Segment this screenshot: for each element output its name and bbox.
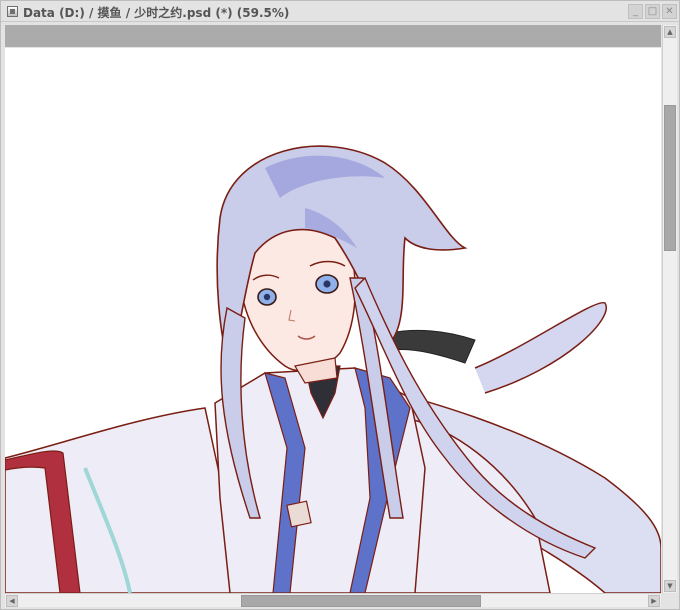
size-grip[interactable] [662,593,677,607]
horizontal-scrollbar[interactable]: ◀ ▶ [5,593,661,607]
maximize-button[interactable]: □ [645,4,660,19]
minimize-button[interactable]: _ [628,4,643,19]
top-ruler [5,25,661,47]
vertical-scroll-thumb[interactable] [664,105,676,251]
document-window: Data (D:) / 摸鱼 / 少时之约.psd (*) (59.5%) _ … [0,0,680,610]
scroll-right-button[interactable]: ▶ [648,595,660,607]
hair-strand-tail [474,302,607,394]
sleeve-left [5,407,246,593]
title-bar[interactable]: Data (D:) / 摸鱼 / 少时之约.psd (*) (59.5%) _ … [1,1,679,22]
window-title: Data (D:) / 摸鱼 / 少时之约.psd (*) (59.5%) [23,6,290,20]
app-icon [7,6,18,17]
robe-ornament [286,500,312,528]
close-button[interactable]: ✕ [662,4,677,19]
scroll-down-button[interactable]: ▼ [664,580,676,592]
artwork [5,145,661,593]
vertical-scrollbar[interactable]: ▲ ▼ [662,25,677,593]
scroll-up-button[interactable]: ▲ [664,26,676,38]
canvas[interactable] [5,48,661,593]
scroll-left-button[interactable]: ◀ [6,595,18,607]
horizontal-scroll-thumb[interactable] [241,595,481,607]
